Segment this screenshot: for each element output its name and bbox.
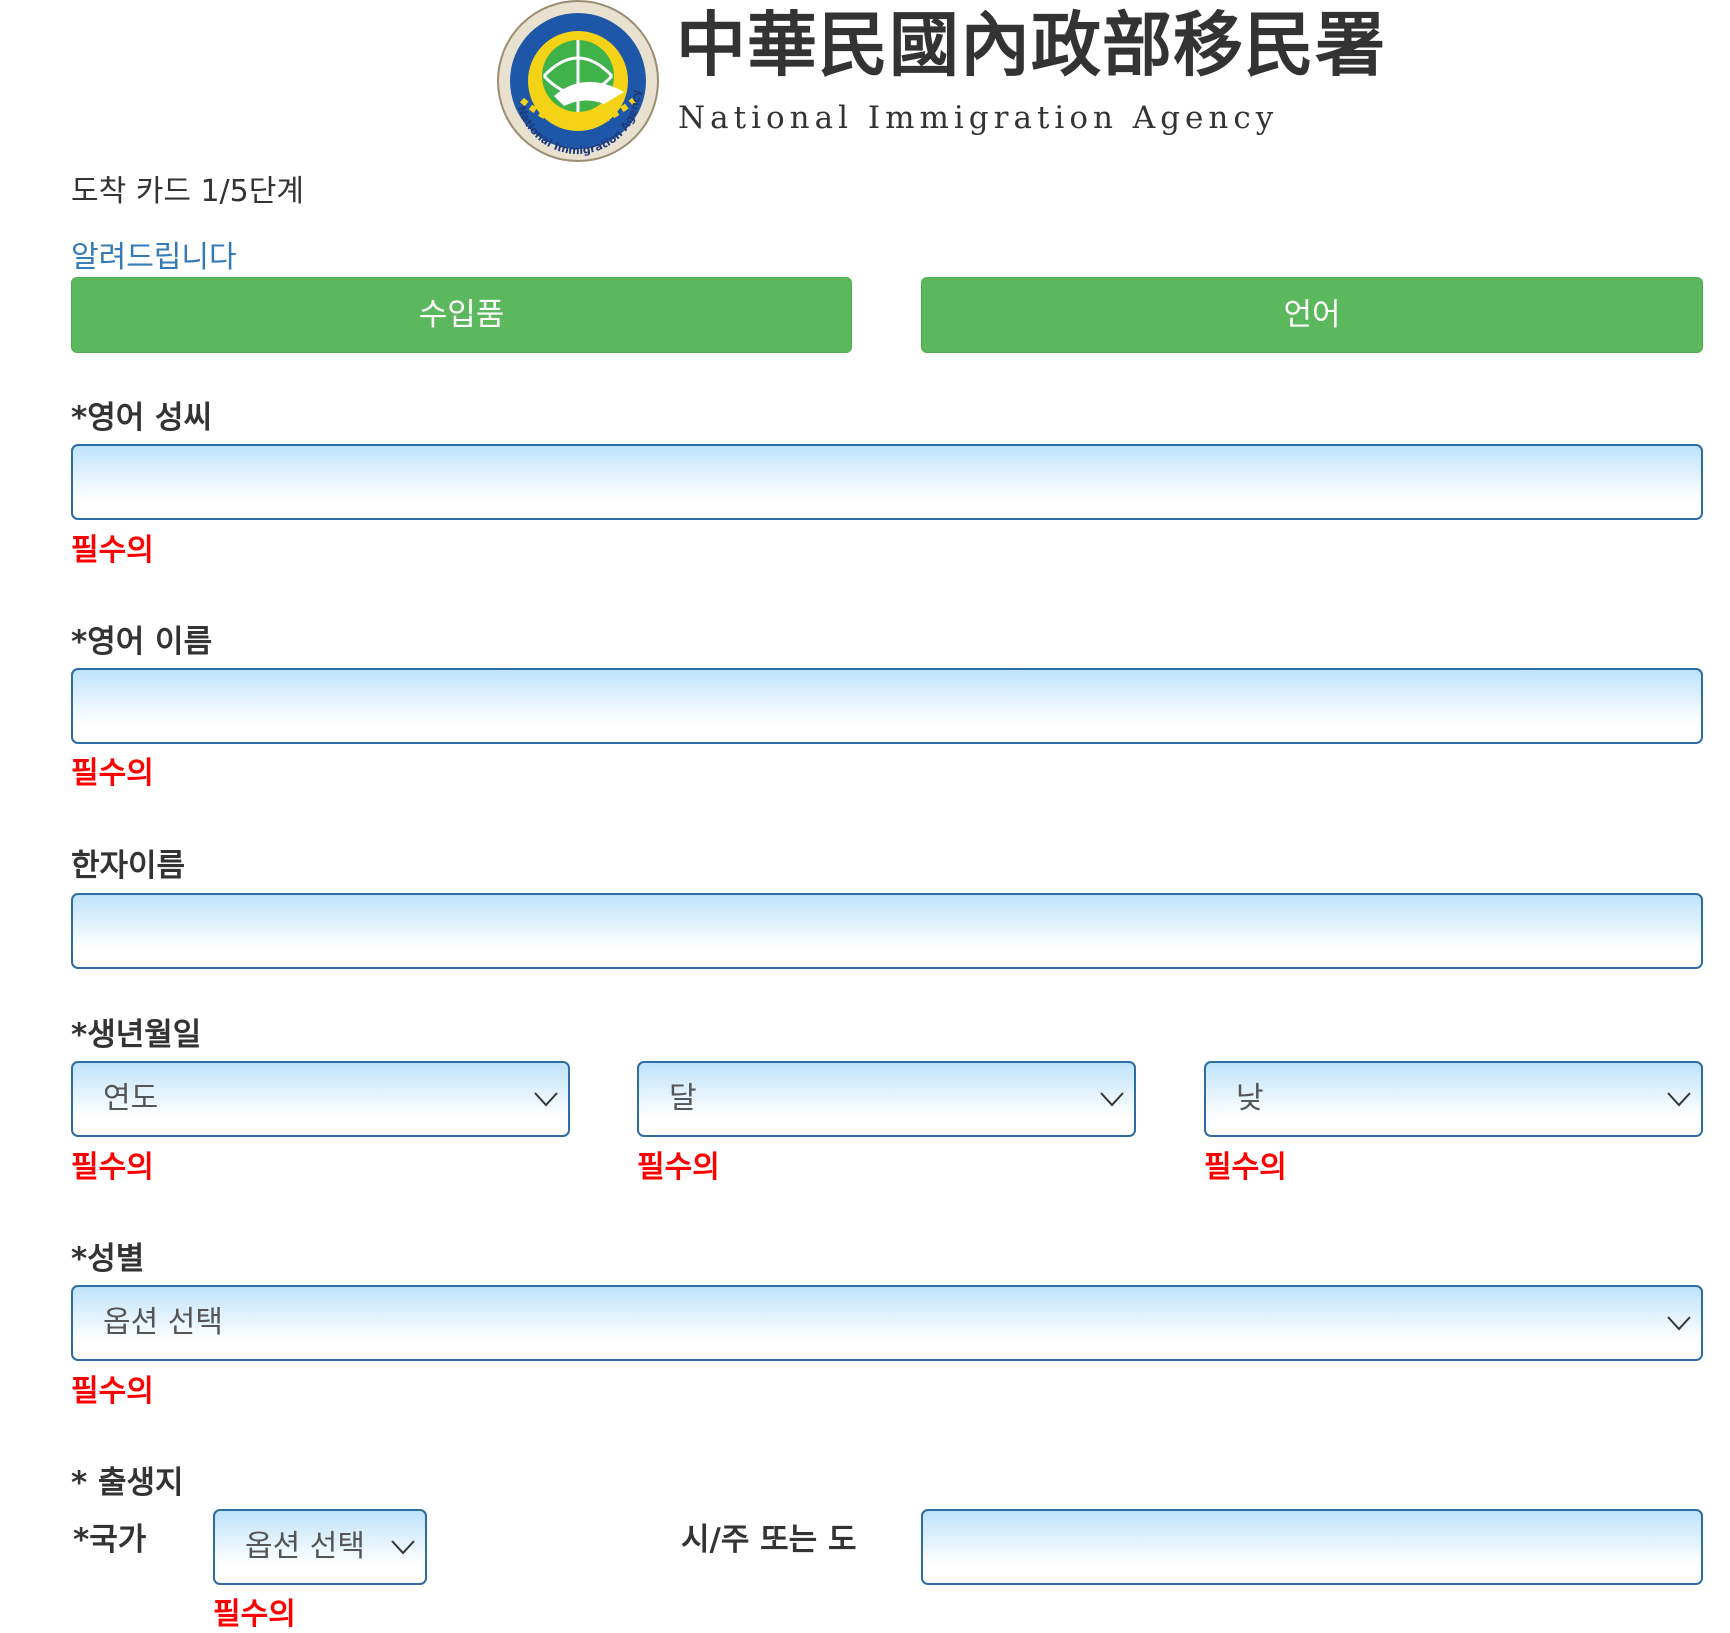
birth-month-value: 달 xyxy=(669,1081,697,1116)
country-select[interactable]: 옵션 선택 xyxy=(213,1509,427,1585)
gender-required-text: 필수의 xyxy=(71,1374,154,1409)
agency-title-zh: 中華民國內政部移民署 xyxy=(676,3,1386,86)
language-button[interactable]: 언어 xyxy=(921,277,1703,353)
birth-year-select[interactable]: 연도 xyxy=(71,1061,570,1137)
country-label: *국가 xyxy=(73,1522,147,1558)
chevron-down-icon xyxy=(1667,1316,1691,1331)
chinese-name-input[interactable] xyxy=(71,893,1703,969)
surname-required-text: 필수의 xyxy=(71,533,154,568)
birthplace-label: * 출생지 xyxy=(71,1465,184,1501)
chinese-name-label: 한자이름 xyxy=(71,848,186,884)
birth-day-required-text: 필수의 xyxy=(1204,1150,1287,1185)
given-name-label: *영어 이름 xyxy=(71,624,213,660)
city-input[interactable] xyxy=(921,1509,1703,1585)
birth-month-required-text: 필수의 xyxy=(637,1150,720,1185)
notice-link[interactable]: 알려드립니다 xyxy=(71,232,237,276)
import-button[interactable]: 수입품 xyxy=(71,277,852,353)
chevron-down-icon xyxy=(1667,1092,1691,1107)
gender-select[interactable]: 옵션 선택 xyxy=(71,1285,1703,1361)
chevron-down-icon xyxy=(391,1540,415,1555)
city-label: 시/주 또는 도 xyxy=(681,1522,857,1558)
given-name-input[interactable] xyxy=(71,668,1703,744)
birth-day-select[interactable]: 낮 xyxy=(1204,1061,1703,1137)
gender-value: 옵션 선택 xyxy=(103,1305,223,1340)
birth-year-value: 연도 xyxy=(103,1081,159,1116)
birth-date-label: *생년월일 xyxy=(71,1017,202,1053)
birth-day-value: 낮 xyxy=(1236,1081,1264,1116)
emblem-logo: National Immigration Agency xyxy=(497,0,659,162)
surname-input[interactable] xyxy=(71,444,1703,520)
chevron-down-icon xyxy=(1100,1092,1124,1107)
birth-month-select[interactable]: 달 xyxy=(637,1061,1136,1137)
given-name-required-text: 필수의 xyxy=(71,756,154,791)
country-required-text: 필수의 xyxy=(213,1597,296,1632)
chevron-down-icon xyxy=(534,1092,558,1107)
header: National Immigration Agency 中華民國內政部移民署 N… xyxy=(0,0,1730,162)
country-value: 옵션 선택 xyxy=(245,1529,365,1564)
agency-title-en: National Immigration Agency xyxy=(678,100,1279,136)
gender-label: *성별 xyxy=(71,1241,145,1277)
surname-label: *영어 성씨 xyxy=(71,400,213,436)
step-indicator: 도착 카드 1/5단계 xyxy=(71,174,304,209)
birth-year-required-text: 필수의 xyxy=(71,1150,154,1185)
